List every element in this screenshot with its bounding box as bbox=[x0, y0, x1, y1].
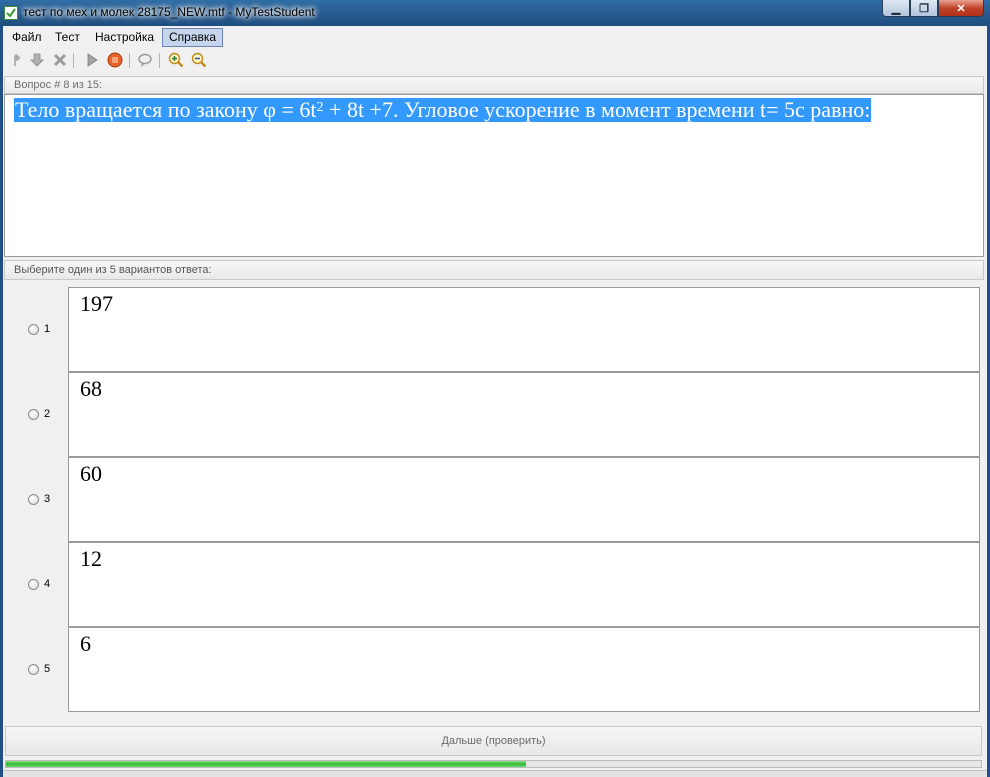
answer-number: 4 bbox=[44, 578, 51, 590]
answer-text: 60 bbox=[80, 461, 102, 486]
test-progress-bar bbox=[5, 760, 982, 768]
app-window: тест по мех и молек 28175_NEW.mtf - MyTe… bbox=[0, 0, 990, 777]
question-superscript: 2 bbox=[316, 100, 324, 115]
answers-list: 1 197 2 68 3 60 4 12 5 6 bbox=[4, 282, 984, 722]
app-check-icon bbox=[4, 6, 18, 20]
menu-test[interactable]: Тест bbox=[49, 29, 86, 46]
answer-number: 5 bbox=[44, 663, 51, 675]
hand-icon[interactable] bbox=[9, 52, 25, 68]
chat-icon[interactable] bbox=[137, 52, 153, 68]
toolbar-separator bbox=[159, 53, 160, 68]
menu-settings[interactable]: Настройка bbox=[89, 29, 160, 46]
toolbar-separator bbox=[129, 53, 130, 68]
answer-text: 6 bbox=[80, 631, 91, 656]
question-text-after: + 8t +7. Угловое ускорение в момент врем… bbox=[323, 97, 871, 122]
client-area: Файл Тест Настройка Справка Вопрос # 8 и… bbox=[3, 26, 987, 777]
answer-number: 1 bbox=[44, 323, 51, 335]
stop-icon[interactable] bbox=[107, 52, 123, 68]
progress-fill bbox=[6, 761, 526, 767]
toolbar-separator bbox=[73, 53, 74, 68]
menu-bar: Файл Тест Настройка Справка bbox=[3, 26, 987, 48]
zoom-out-icon[interactable] bbox=[191, 52, 207, 68]
answer-option[interactable]: 1 197 bbox=[4, 287, 984, 372]
question-text[interactable]: Тело вращается по закону φ = 6t2 + 8t +7… bbox=[14, 97, 872, 122]
question-panel[interactable]: Тело вращается по закону φ = 6t2 + 8t +7… bbox=[4, 94, 984, 257]
minimize-button[interactable]: ▁ bbox=[882, 0, 910, 17]
title-bar[interactable]: тест по мех и молек 28175_NEW.mtf - MyTe… bbox=[0, 0, 990, 26]
zoom-in-icon[interactable] bbox=[168, 52, 184, 68]
answer-box[interactable]: 6 bbox=[68, 627, 980, 712]
answer-option[interactable]: 3 60 bbox=[4, 457, 984, 542]
question-header: Вопрос # 8 из 15: bbox=[4, 76, 984, 94]
answer-text: 68 bbox=[80, 376, 102, 401]
answer-radio[interactable] bbox=[28, 494, 39, 505]
answer-option[interactable]: 2 68 bbox=[4, 372, 984, 457]
answer-option[interactable]: 5 6 bbox=[4, 627, 984, 712]
arrow-down-icon[interactable] bbox=[29, 52, 45, 68]
answer-box[interactable]: 12 bbox=[68, 542, 980, 627]
answer-box[interactable]: 197 bbox=[68, 287, 980, 372]
toolbar bbox=[3, 48, 987, 72]
maximize-button[interactable]: ❐ bbox=[910, 0, 938, 17]
question-text-before: Тело вращается по закону φ = 6t bbox=[15, 97, 317, 122]
answer-text: 197 bbox=[80, 291, 113, 316]
menu-help[interactable]: Справка bbox=[162, 28, 224, 47]
answer-number: 3 bbox=[44, 493, 51, 505]
answer-text: 12 bbox=[80, 546, 102, 571]
play-icon[interactable] bbox=[84, 52, 100, 68]
answer-radio[interactable] bbox=[28, 579, 39, 590]
answer-box[interactable]: 60 bbox=[68, 457, 980, 542]
answer-number: 2 bbox=[44, 408, 51, 420]
answer-box[interactable]: 68 bbox=[68, 372, 980, 457]
window-title: тест по мех и молек 28175_NEW.mtf - MyTe… bbox=[23, 5, 315, 19]
answer-option[interactable]: 4 12 bbox=[4, 542, 984, 627]
answers-header: Выберите один из 5 вариантов ответа: bbox=[4, 260, 984, 280]
answer-radio[interactable] bbox=[28, 409, 39, 420]
menu-file[interactable]: Файл bbox=[6, 29, 48, 46]
close-button[interactable]: ✕ bbox=[938, 0, 984, 17]
answer-radio[interactable] bbox=[28, 664, 39, 675]
next-check-button[interactable]: Дальше (проверить) bbox=[5, 726, 982, 756]
answer-radio[interactable] bbox=[28, 324, 39, 335]
cross-icon[interactable] bbox=[52, 52, 68, 68]
